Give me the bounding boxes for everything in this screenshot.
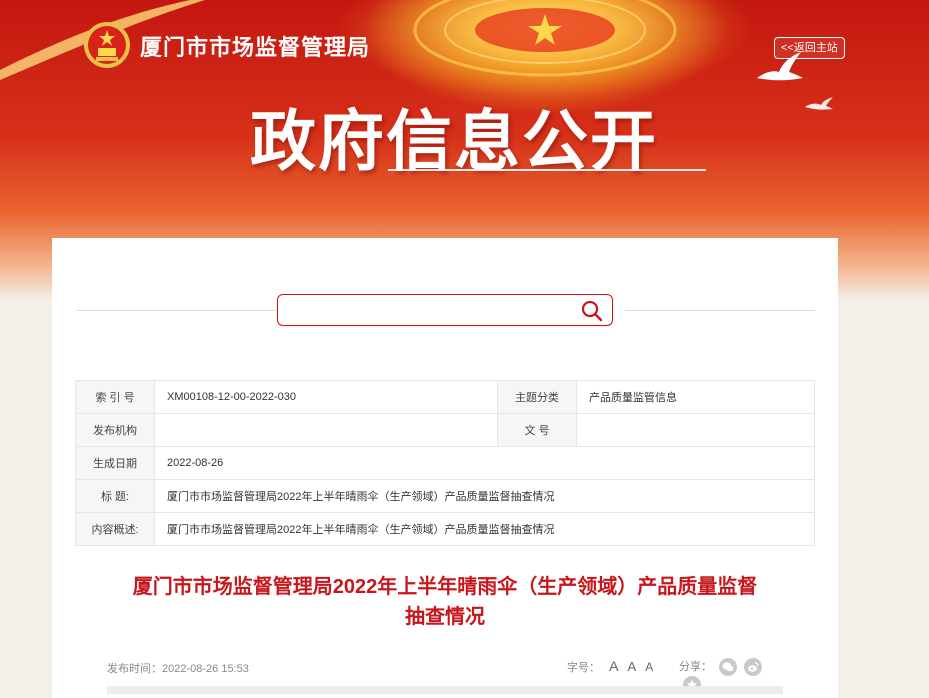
publish-time: 2022-08-26 15:53 — [162, 663, 249, 675]
generated-date-label: 生成日期 — [75, 446, 155, 480]
article-info-bar: 发布时间：2022-08-26 15:53 字号： A A A 分享： — [107, 658, 787, 695]
article-title-line: 抽查情况 — [405, 606, 485, 628]
topic-category-label: 主题分类 — [497, 380, 577, 414]
font-medium-button[interactable]: A — [627, 659, 636, 674]
site-name: 厦门市市场监督管理局 — [140, 35, 371, 60]
publisher-value — [154, 413, 498, 447]
banner-title-underline — [388, 169, 706, 171]
table-row: 发布机构 文 号 — [75, 413, 815, 447]
font-large-button[interactable]: A — [609, 658, 618, 674]
publish-label: 发布时间： — [107, 663, 162, 675]
content-card: 索 引 号 XM00108-12-00-2022-030 主题分类 产品质量监管… — [52, 238, 838, 698]
search-input[interactable] — [286, 299, 570, 323]
table-row: 生成日期 2022-08-26 — [75, 446, 815, 480]
title-label: 标 题: — [75, 479, 155, 513]
metadata-table: 索 引 号 XM00108-12-00-2022-030 主题分类 产品质量监管… — [75, 380, 815, 546]
publisher-label: 发布机构 — [75, 413, 155, 447]
font-small-button[interactable]: A — [645, 660, 653, 674]
divider — [76, 310, 276, 311]
article-title: 厦门市市场监督管理局2022年上半年晴雨伞（生产领域）产品质量监督 抽查情况 — [92, 572, 798, 632]
title-value: 厦门市市场监督管理局2022年上半年晴雨伞（生产领域）产品质量监督抽查情况 — [154, 479, 815, 513]
wechat-icon[interactable] — [719, 658, 738, 677]
document-number-value — [576, 413, 815, 447]
index-number-value: XM00108-12-00-2022-030 — [154, 380, 498, 414]
table-row: 索 引 号 XM00108-12-00-2022-030 主题分类 产品质量监管… — [75, 380, 815, 414]
generated-date-value: 2022-08-26 — [154, 446, 815, 480]
summary-value: 厦门市市场监督管理局2022年上半年晴雨伞（生产领域）产品质量监督抽查情况 — [154, 512, 815, 546]
weibo-icon[interactable] — [744, 658, 763, 677]
dove-icon — [757, 52, 803, 81]
font-size-controls: 字号： A A A — [567, 658, 653, 675]
font-size-label: 字号： — [567, 662, 600, 674]
dove-icon — [805, 97, 833, 110]
search-icon[interactable] — [580, 299, 604, 323]
topic-category-value: 产品质量监管信息 — [576, 380, 815, 414]
publish-info: 发布时间：2022-08-26 15:53 — [107, 660, 249, 676]
article-title-line: 厦门市市场监督管理局2022年上半年晴雨伞（生产领域）产品质量监督 — [132, 576, 758, 598]
share-label: 分享： — [679, 661, 712, 673]
divider — [625, 310, 815, 311]
search-box — [277, 294, 613, 326]
index-number-label: 索 引 号 — [75, 380, 155, 414]
emblem-icon — [82, 20, 132, 70]
document-number-label: 文 号 — [497, 413, 577, 447]
table-row: 标 题: 厦门市市场监督管理局2022年上半年晴雨伞（生产领域）产品质量监督抽查… — [75, 479, 815, 513]
table-row: 内容概述: 厦门市市场监督管理局2022年上半年晴雨伞（生产领域）产品质量监督抽… — [75, 512, 815, 546]
summary-label: 内容概述: — [75, 512, 155, 546]
content-divider — [107, 686, 783, 694]
